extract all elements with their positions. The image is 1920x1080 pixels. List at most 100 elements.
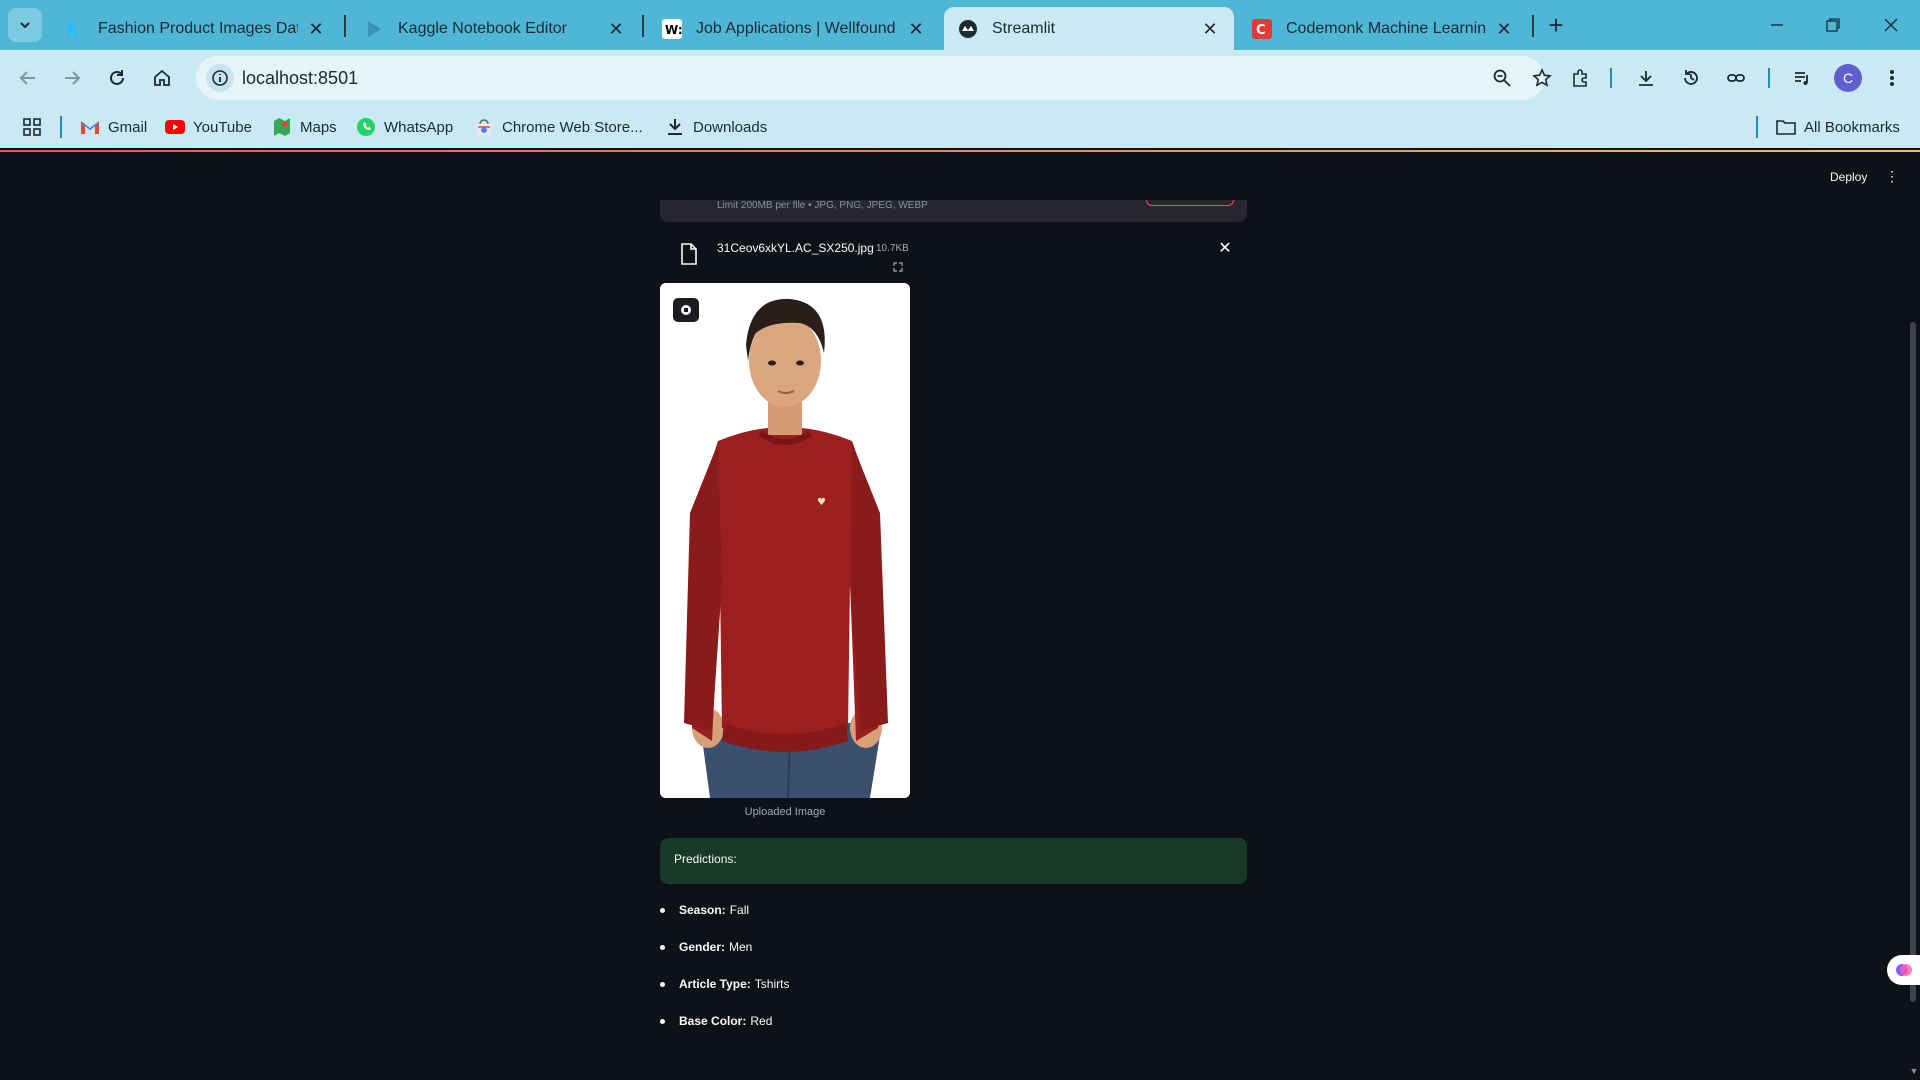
site-info-icon[interactable] [206,64,234,92]
scroll-down-arrow-icon[interactable]: ▼ [1908,1066,1920,1078]
predictions-success-box: Predictions: [660,838,1247,884]
toolbar-separator [1610,68,1612,88]
prediction-key: Article Type: [679,977,751,991]
reload-icon[interactable] [103,64,131,92]
prediction-value: Fall [729,903,750,917]
bookmark-label: Maps [300,118,337,136]
prediction-key: Gender: [679,940,726,954]
link-icon[interactable] [1722,64,1750,92]
restore-icon[interactable] [1818,10,1848,40]
wellfound-icon: W: [662,18,682,39]
tab-kaggle-notebook[interactable]: Kaggle Notebook Editor ✕ [350,7,640,50]
new-tab-button[interactable]: + [1542,12,1570,40]
bookmark-youtube[interactable]: YouTube [165,116,252,138]
tab-wellfound[interactable]: W: Job Applications | Wellfound ✕ [648,7,940,50]
download-icon[interactable] [1632,64,1660,92]
kaggle-icon [64,19,84,39]
image-toolbar-icon[interactable] [673,298,699,322]
tab-codemonk[interactable]: C Codemonk Machine Learning In ✕ [1238,7,1528,50]
youtube-icon [165,117,185,137]
bookmark-maps[interactable]: Maps [272,116,337,138]
bookmark-label: Downloads [693,118,768,136]
zoom-icon[interactable] [1488,64,1516,92]
fullscreen-icon[interactable] [891,260,905,274]
tab-separator [642,15,644,37]
minimize-icon[interactable] [1762,10,1792,40]
bookmark-downloads[interactable]: Downloads [665,116,767,138]
bullet [660,981,665,987]
svg-text:♥: ♥ [817,497,826,508]
file-uploader-dropzone[interactable]: Limit 200MB per file • JPG, PNG, JPEG, W… [660,200,1247,222]
back-icon[interactable] [14,64,42,92]
tab-streamlit[interactable]: Streamlit ✕ [944,7,1234,50]
close-icon[interactable]: ✕ [1200,19,1220,39]
list-item: Article Type: Tshirts [660,974,789,994]
bookmark-star-icon[interactable] [1528,64,1556,92]
main-menu-icon[interactable]: ⋮ [1885,168,1899,184]
media-control-icon[interactable] [1788,64,1816,92]
bullet [660,1018,665,1024]
maps-icon [272,117,292,137]
chrome-web-store-icon [474,117,494,137]
file-name: 31Ceov6xkYL.AC_SX250.jpg [717,241,874,255]
download-icon [665,117,685,137]
close-icon[interactable]: ✕ [906,19,926,39]
tab-separator [344,15,346,37]
predictions-title: Predictions: [674,852,737,866]
home-icon[interactable] [148,64,176,92]
bookmarks-bar: Gmail YouTube Maps WhatsApp Chrome Web S… [0,106,1920,148]
scrollbar[interactable] [1908,152,1920,1080]
list-item: Base Color: Red [660,1011,772,1031]
address-bar[interactable]: localhost:8501 [196,56,1552,100]
tab-strip: Fashion Product Images Dataset ✕ Kaggle … [0,0,1920,50]
forward-icon[interactable] [58,64,86,92]
profile-avatar[interactable]: C [1834,64,1862,92]
floating-assistant-icon[interactable] [1887,955,1920,985]
tab-title: Codemonk Machine Learning In [1286,19,1486,37]
tab-title: Streamlit [992,19,1056,37]
toolbar-separator [1768,68,1770,88]
close-icon[interactable]: ✕ [1494,19,1514,39]
svg-text:W:: W: [665,23,682,37]
chevron-down-icon [20,22,30,29]
apps-grid-icon[interactable] [22,116,42,138]
tab-title: Fashion Product Images Dataset [98,19,298,37]
bookmark-chrome-web-store[interactable]: Chrome Web Store... [474,116,643,138]
more-vertical-icon[interactable] [1878,64,1906,92]
all-bookmarks-button[interactable]: All Bookmarks [1776,116,1900,138]
close-icon[interactable]: ✕ [606,19,626,39]
history-icon[interactable] [1677,64,1705,92]
bullet [660,907,665,913]
bookmark-label: Chrome Web Store... [502,118,643,136]
bookmark-gmail[interactable]: Gmail [80,116,147,138]
window-close-icon[interactable] [1876,10,1906,40]
prediction-key: Season: [679,903,726,917]
bookmark-separator [1756,116,1758,138]
image-caption: Uploaded Image [744,806,826,818]
svg-text:C: C [1256,23,1266,38]
uploader-hint: Limit 200MB per file • JPG, PNG, JPEG, W… [717,200,928,211]
kaggle-play-icon [364,19,384,39]
whatsapp-icon [356,117,376,137]
streamlit-app: Deploy ⋮ Limit 200MB per file • JPG, PNG… [0,152,1920,1080]
url-text[interactable]: localhost:8501 [242,68,358,89]
all-bookmarks-label: All Bookmarks [1804,118,1900,136]
deploy-button[interactable]: Deploy [1830,170,1867,184]
uploaded-image: ♥ [660,283,910,798]
bullet [660,944,665,950]
gmail-icon [80,117,100,137]
tab-search-button[interactable] [8,8,42,42]
list-item: Season: Fall [660,900,749,920]
bookmark-whatsapp[interactable]: WhatsApp [356,116,453,138]
tab-separator [1532,15,1534,37]
bookmark-separator [60,116,62,138]
tab-fashion-dataset[interactable]: Fashion Product Images Dataset ✕ [50,7,340,50]
tab-title: Job Applications | Wellfound [696,19,896,37]
browse-files-button[interactable] [1146,200,1234,206]
remove-file-icon[interactable]: ✕ [1217,241,1233,257]
uploaded-file-row: 31Ceov6xkYL.AC_SX250.jpg 10.7KB ✕ [660,235,1247,271]
close-icon[interactable]: ✕ [306,19,326,39]
scrollbar-thumb[interactable] [1910,322,1916,1002]
prediction-value: Men [729,940,753,954]
extensions-icon[interactable] [1566,64,1594,92]
